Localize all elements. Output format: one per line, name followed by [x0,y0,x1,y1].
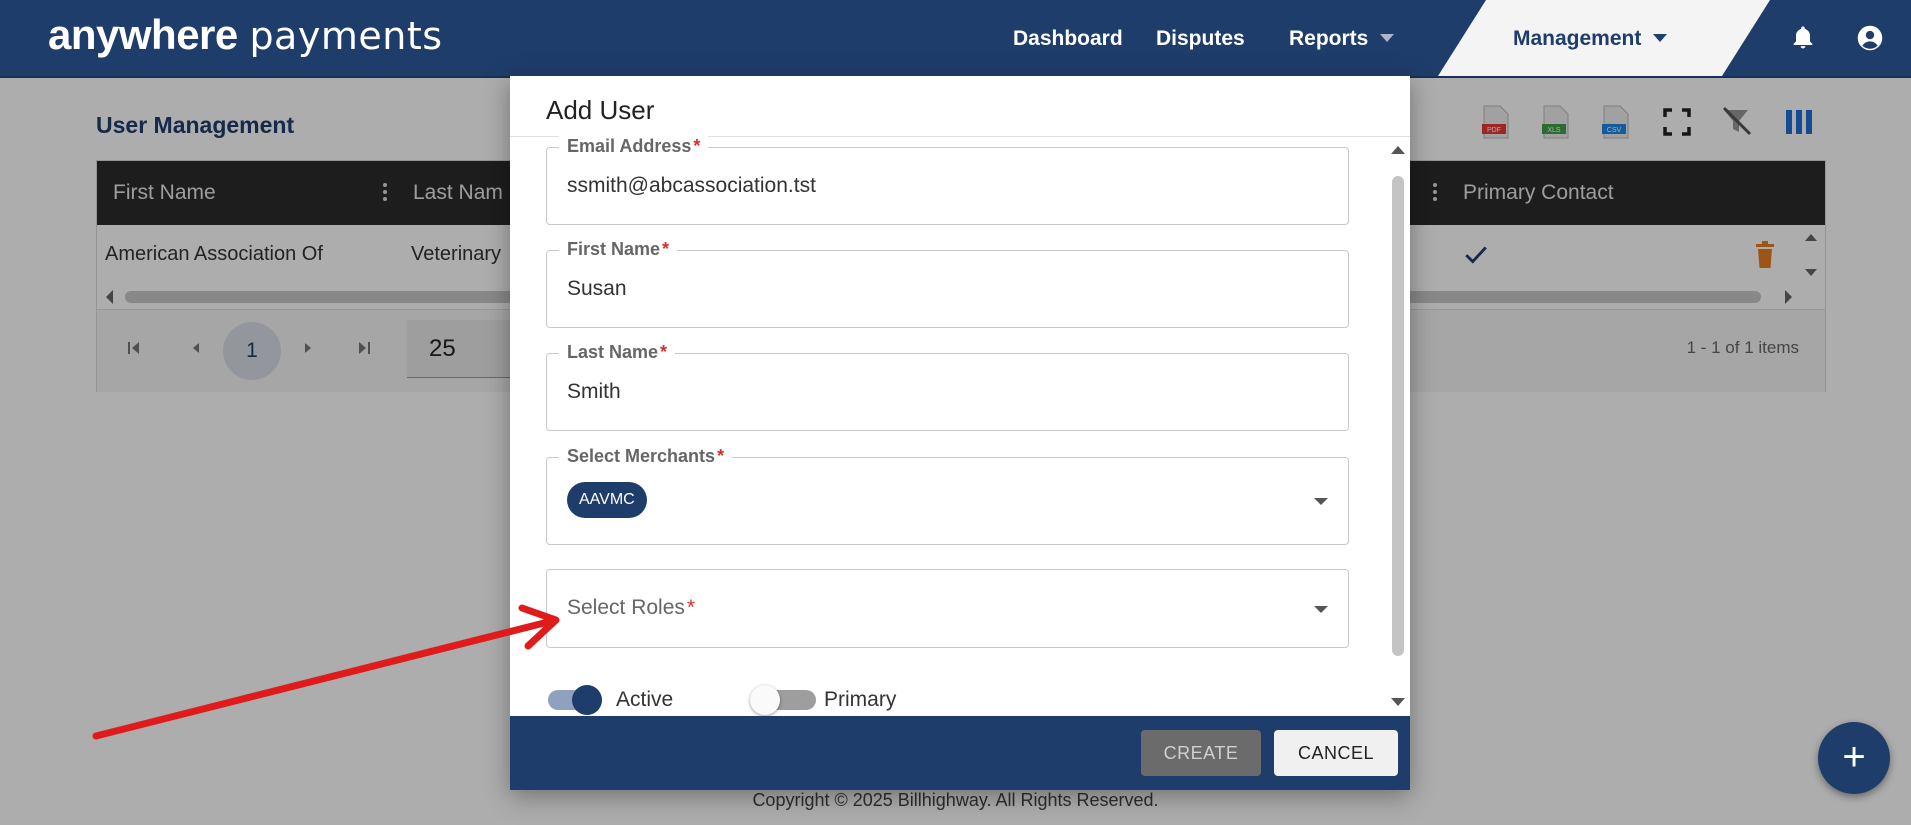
annotation-arrow-icon [92,604,560,740]
